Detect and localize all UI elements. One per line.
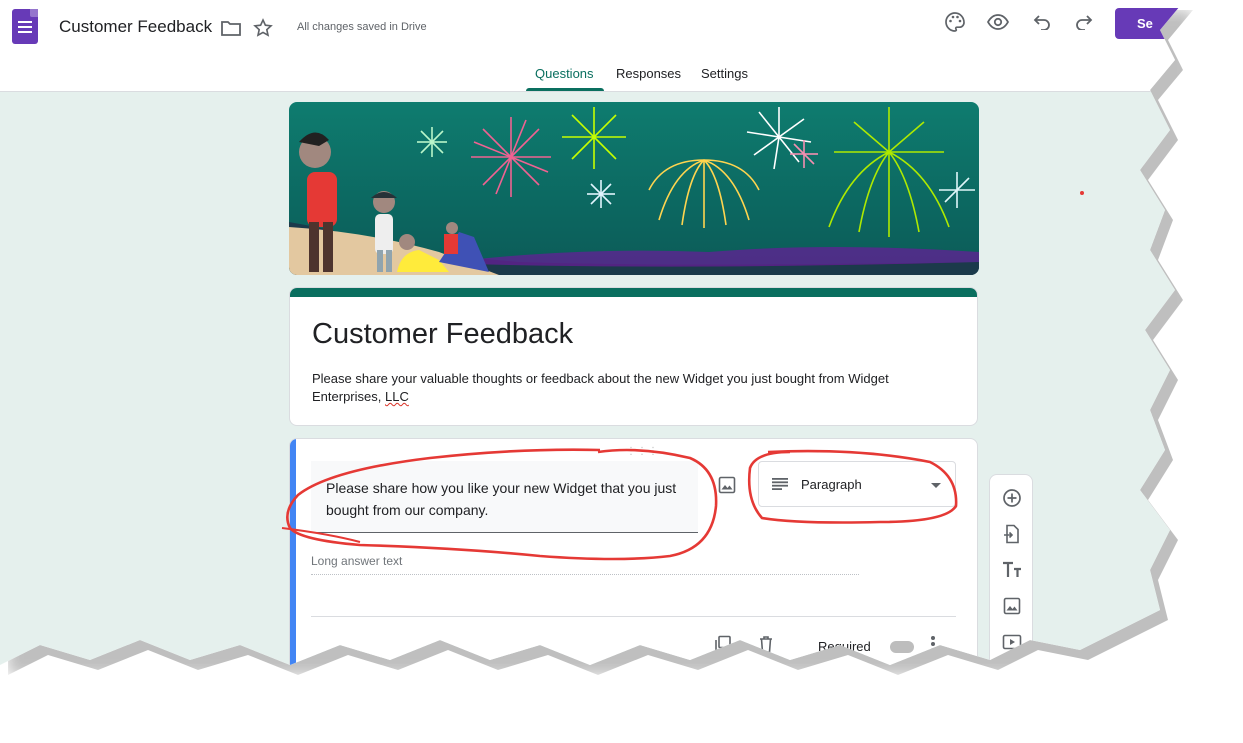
app-header: Customer Feedback All changes saved in D… bbox=[0, 0, 1185, 92]
forms-logo-icon[interactable] bbox=[12, 9, 38, 44]
annotation-dot bbox=[1080, 191, 1084, 195]
star-icon[interactable] bbox=[252, 17, 274, 39]
required-toggle[interactable] bbox=[890, 641, 914, 653]
question-type-dropdown[interactable]: Paragraph bbox=[758, 461, 956, 507]
header-banner-image bbox=[289, 102, 979, 275]
add-image-icon[interactable] bbox=[1000, 594, 1024, 618]
form-title-card[interactable]: Customer Feedback Please share your valu… bbox=[289, 287, 978, 426]
tab-questions[interactable]: Questions bbox=[535, 66, 594, 81]
add-title-icon[interactable] bbox=[1000, 558, 1024, 582]
forms-editor-window: Customer Feedback All changes saved in D… bbox=[0, 0, 1185, 665]
form-description[interactable]: Please share your valuable thoughts or f… bbox=[312, 370, 932, 406]
question-card[interactable]: ⋮⋮⋮ Please share how you like your new W… bbox=[289, 438, 978, 665]
answer-placeholder: Long answer text bbox=[311, 554, 859, 575]
tab-responses[interactable]: Responses bbox=[616, 66, 681, 81]
undo-icon[interactable] bbox=[1031, 11, 1053, 33]
question-type-label: Paragraph bbox=[801, 477, 862, 492]
active-question-indicator bbox=[290, 439, 296, 665]
drag-handle-icon[interactable]: ⋮⋮⋮ bbox=[626, 446, 659, 457]
preview-eye-icon[interactable] bbox=[987, 11, 1009, 33]
question-title-text[interactable]: Please share how you like your new Widge… bbox=[326, 477, 686, 521]
tab-bar: Questions Responses Settings bbox=[0, 66, 1185, 92]
chevron-down-icon bbox=[931, 483, 941, 488]
active-tab-indicator bbox=[526, 88, 604, 91]
folder-icon[interactable] bbox=[220, 17, 242, 39]
import-questions-icon[interactable] bbox=[1000, 522, 1024, 546]
tab-settings[interactable]: Settings bbox=[701, 66, 748, 81]
floating-toolbar bbox=[989, 474, 1033, 665]
spellcheck-word: LLC bbox=[385, 389, 409, 404]
add-image-icon[interactable] bbox=[718, 476, 736, 499]
paragraph-lines-icon bbox=[772, 477, 788, 495]
redo-icon[interactable] bbox=[1073, 11, 1095, 33]
question-footer-divider bbox=[311, 616, 956, 617]
document-title[interactable]: Customer Feedback bbox=[59, 17, 212, 37]
add-question-icon[interactable] bbox=[1000, 486, 1024, 510]
save-status: All changes saved in Drive bbox=[297, 21, 427, 33]
theme-color-bar bbox=[290, 288, 977, 297]
palette-icon[interactable] bbox=[944, 11, 966, 33]
question-title-field[interactable]: Please share how you like your new Widge… bbox=[311, 461, 698, 533]
form-title[interactable]: Customer Feedback bbox=[312, 318, 573, 351]
